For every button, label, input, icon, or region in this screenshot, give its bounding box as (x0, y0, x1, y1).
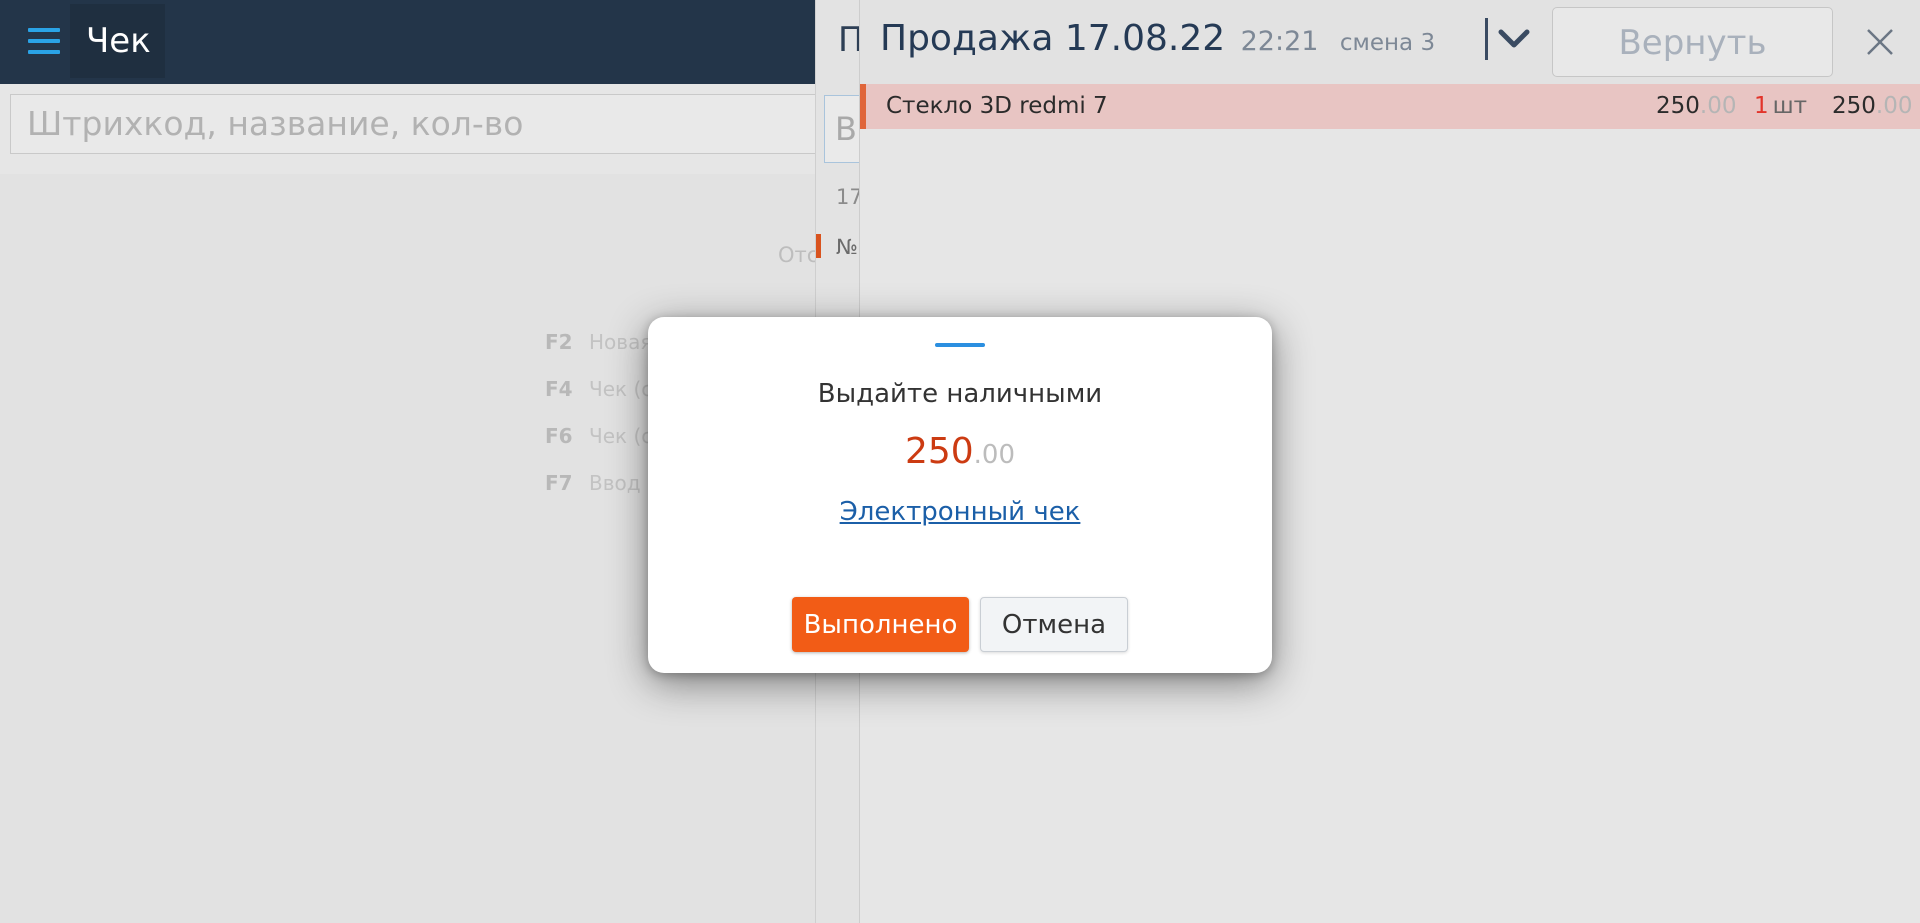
menu-icon[interactable] (22, 22, 66, 62)
sale-title-text: Продажа 17.08.22 (880, 18, 1226, 59)
selection-marker (816, 234, 821, 258)
search-input[interactable]: Штрихкод, название, кол-во (10, 94, 820, 154)
done-button[interactable]: Выполнено (792, 597, 969, 652)
hotkey-key: F6 (545, 424, 573, 448)
cancel-button[interactable]: Отмена (980, 597, 1128, 652)
dialog-handle (935, 343, 985, 347)
ot-text: Отс (778, 243, 819, 267)
check-title[interactable]: Чек (70, 4, 165, 78)
header-divider (1485, 18, 1488, 60)
sale-shift: смена 3 (1339, 30, 1436, 56)
hotkey-label: Новая (589, 330, 653, 354)
hotkey-key: F4 (545, 377, 573, 401)
sale-time: 22:21 (1240, 26, 1319, 57)
hotkey-label: Чек (с (589, 424, 653, 448)
sale-title: Продажа 17.08.22 22:21 смена 3 (880, 18, 1435, 59)
hotkey-label: Чек (с (589, 377, 653, 401)
payment-dialog: Выдайте наличными 250.00 Электронный чек… (648, 317, 1272, 673)
search-bar: Штрихкод, название, кол-во (0, 84, 820, 174)
item-sum: 250.00 (1832, 93, 1913, 119)
sale-header: Продажа 17.08.22 22:21 смена 3 Вернуть 2… (860, 0, 1920, 131)
hotkey-key: F2 (545, 330, 573, 354)
middle-panel-number: № (836, 235, 858, 259)
electronic-receipt-link-wrap: Электронный чек (648, 497, 1272, 527)
check-header: Чек (0, 0, 815, 84)
item-name: Стекло 3D redmi 7 (886, 93, 1108, 119)
return-button[interactable]: Вернуть 250.00 (1552, 7, 1833, 131)
sale-item-row[interactable]: Стекло 3D redmi 7 250.00 1 шт 250.00 (860, 84, 1920, 129)
close-icon[interactable] (1860, 22, 1900, 62)
chevron-down-icon[interactable] (1494, 20, 1534, 60)
item-price: 250.00 (1656, 93, 1737, 119)
dialog-amount: 250.00 (904, 431, 1016, 472)
hotkey-key: F7 (545, 471, 573, 495)
item-qty: 1 шт (1754, 93, 1808, 119)
dialog-title: Выдайте наличными (817, 379, 1103, 409)
electronic-receipt-link[interactable]: Электронный чек (840, 497, 1081, 527)
